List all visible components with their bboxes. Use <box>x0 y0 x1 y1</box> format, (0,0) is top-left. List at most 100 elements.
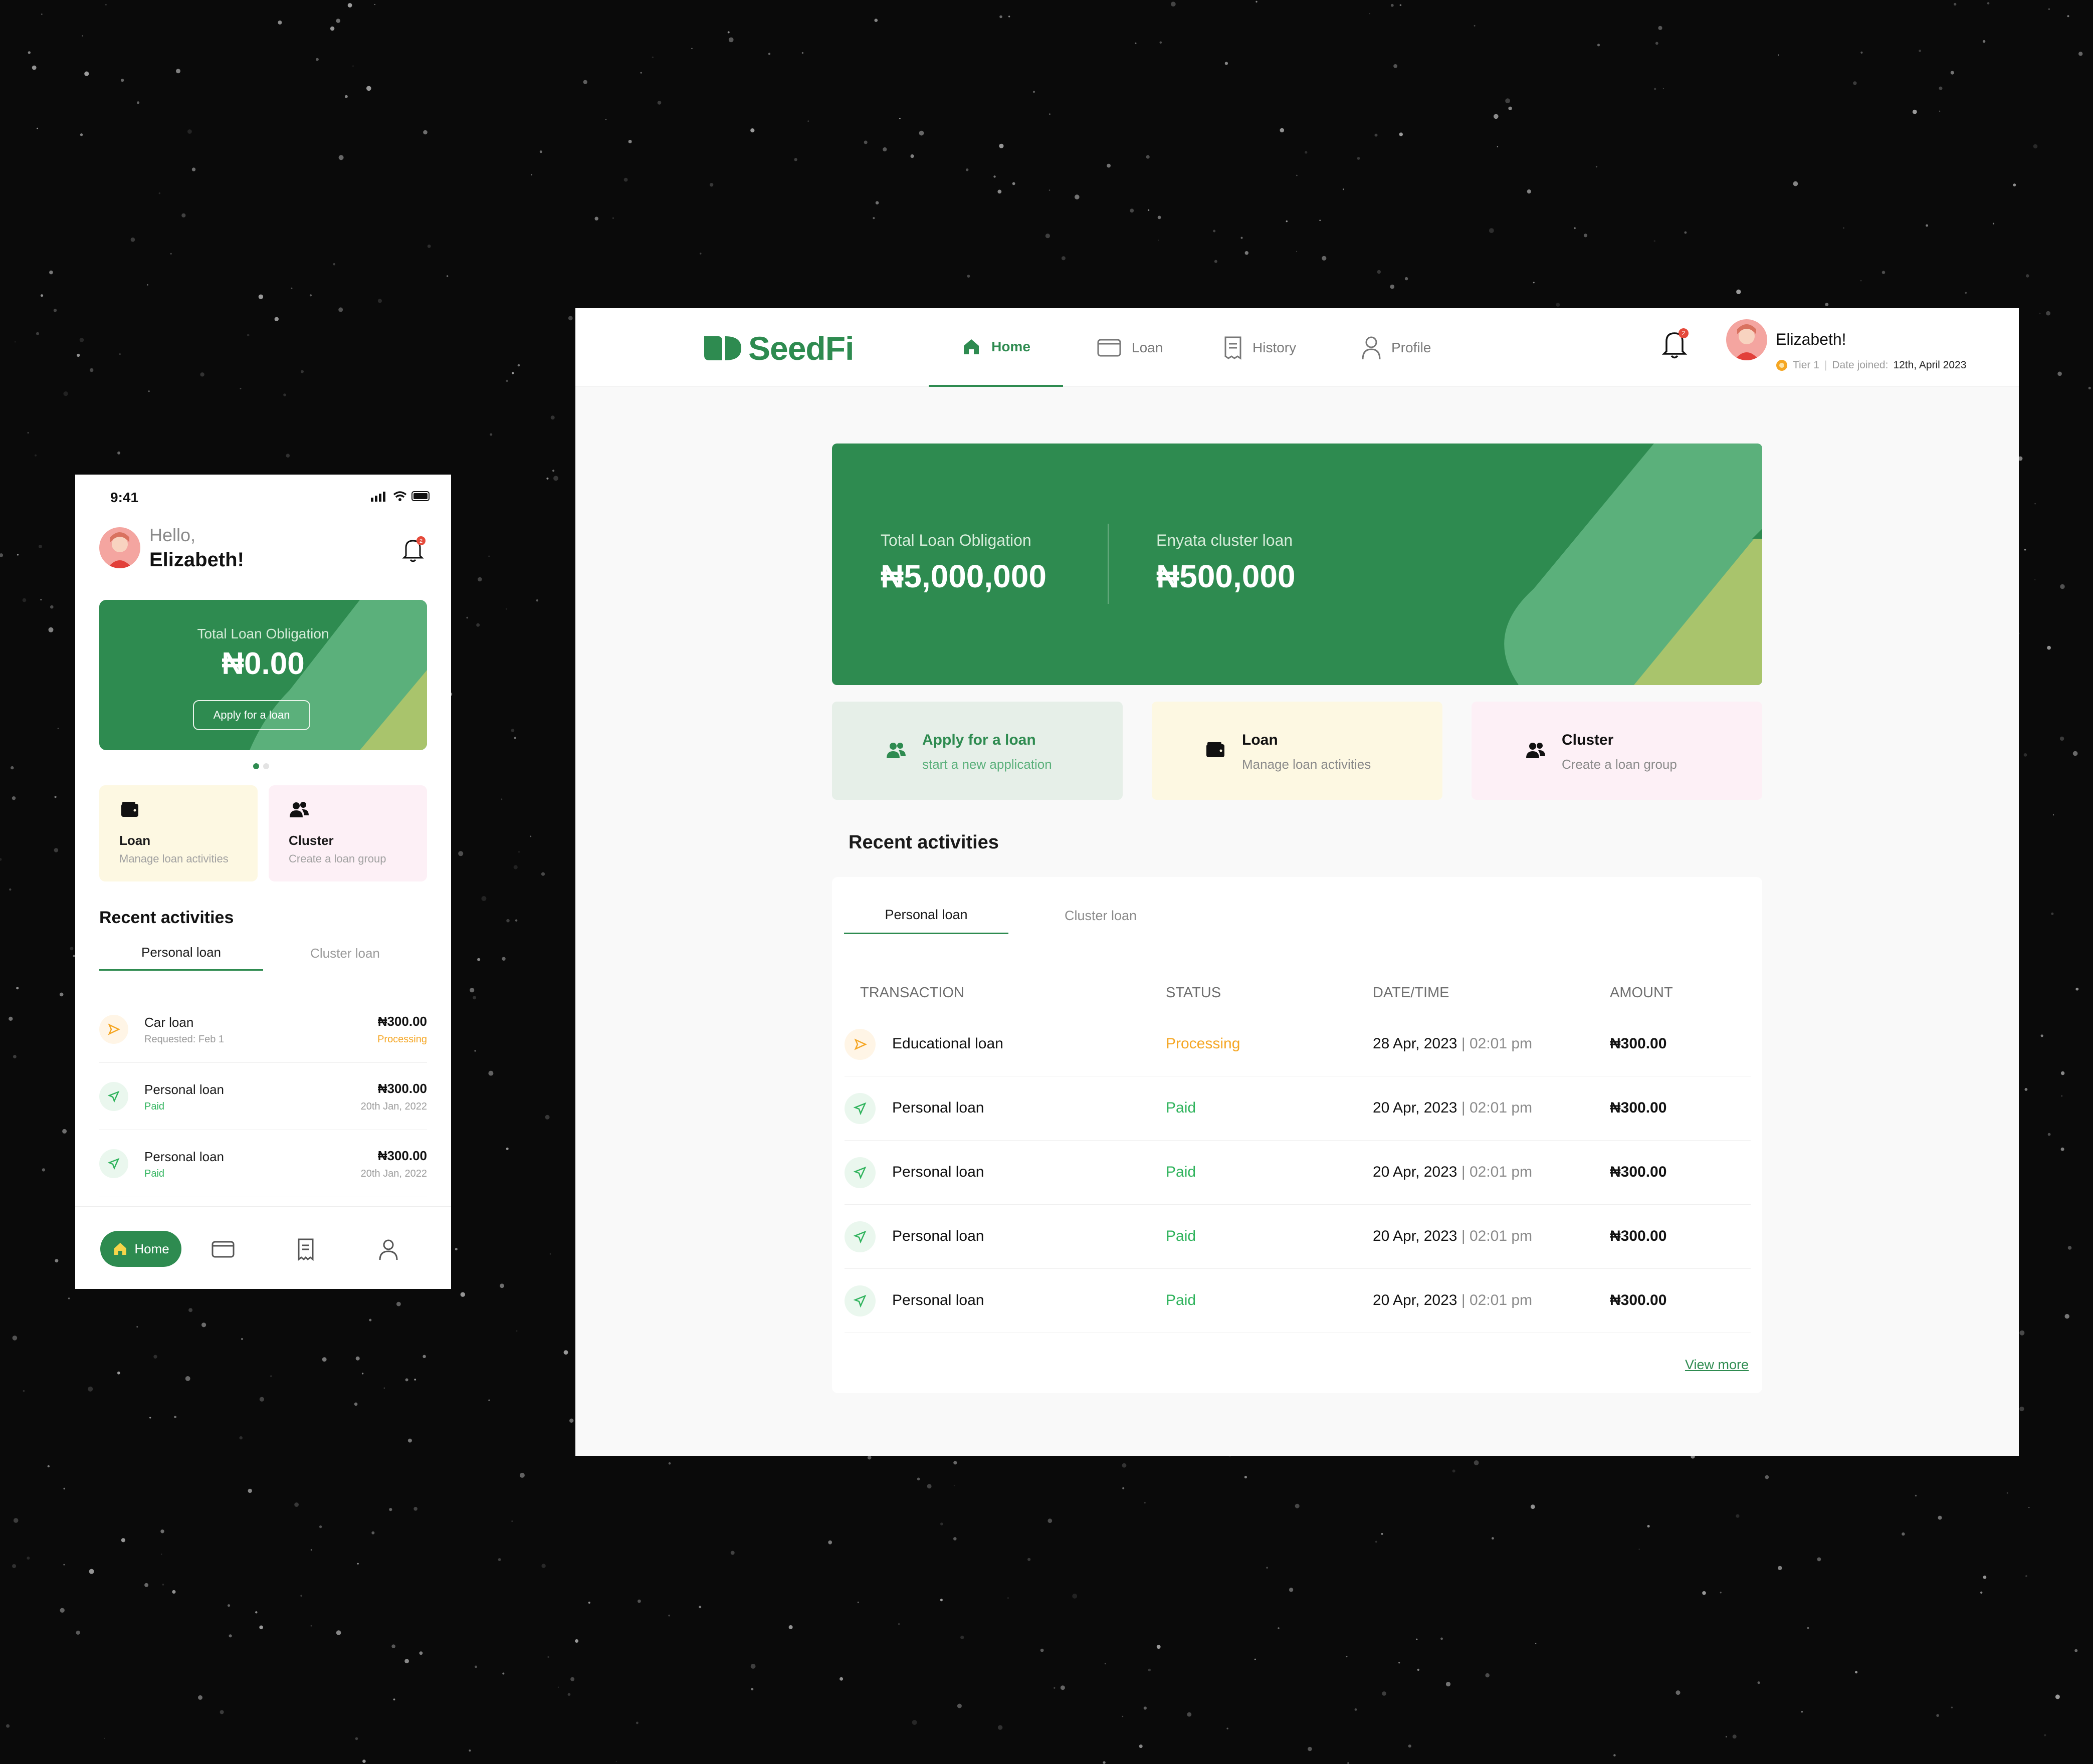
star <box>730 1551 735 1555</box>
nav-home-button[interactable]: Home <box>100 1231 181 1267</box>
star <box>953 1537 957 1540</box>
avatar[interactable] <box>1726 319 1767 360</box>
receipt-icon[interactable] <box>293 1237 318 1262</box>
star <box>2051 912 2054 915</box>
star <box>57 728 59 729</box>
star <box>475 1665 477 1668</box>
transaction-datetime: 20 Apr, 2023 | 02:01 pm <box>1373 1099 1532 1117</box>
desktop-dashboard: SeedFi Home Loan History Profile 2 Eliza… <box>575 308 2019 1456</box>
star <box>1408 1744 1411 1748</box>
star <box>300 1595 302 1597</box>
notification-bell-icon[interactable]: 2 <box>1660 327 1691 360</box>
tab-cluster-loan[interactable]: Cluster loan <box>1018 897 1183 934</box>
star <box>567 1693 571 1696</box>
apply-loan-tile[interactable]: Apply for a loan start a new application <box>832 702 1123 800</box>
star <box>423 130 428 135</box>
star <box>927 1484 932 1489</box>
star <box>162 1584 164 1586</box>
wallet-icon <box>1097 339 1121 356</box>
notification-bell-icon[interactable]: 2 <box>401 536 427 564</box>
star <box>310 1549 312 1551</box>
activity-status: Paid <box>144 1101 165 1112</box>
loan-tile[interactable]: Loan Manage loan activities <box>1152 702 1442 800</box>
cluster-tile[interactable]: Cluster Create a loan group <box>1472 702 1762 800</box>
carousel-dots[interactable] <box>253 763 273 772</box>
table-row[interactable]: Personal loan Paid 20 Apr, 2023 | 02:01 … <box>845 1269 1751 1333</box>
star <box>258 294 264 299</box>
star <box>54 796 57 798</box>
carousel-dot-active[interactable] <box>253 763 259 769</box>
table-row[interactable]: Personal loan Paid 20 Apr, 2023 | 02:01 … <box>845 1076 1751 1141</box>
star <box>89 1569 94 1574</box>
wallet-icon[interactable] <box>211 1237 236 1262</box>
loan-tile[interactable]: Loan Manage loan activities <box>99 785 258 881</box>
star <box>1295 1503 1300 1508</box>
paid-icon <box>845 1221 876 1252</box>
star <box>63 391 68 396</box>
star <box>940 1522 943 1525</box>
table-row[interactable]: Personal loan Paid 20 Apr, 2023 | 02:01 … <box>845 1141 1751 1205</box>
star <box>1912 109 1917 114</box>
view-more-link[interactable]: View more <box>1685 1357 1749 1373</box>
date-joined-label: Date joined: <box>1832 359 1889 371</box>
star <box>32 65 37 70</box>
star <box>1951 1706 1953 1708</box>
star <box>374 4 376 6</box>
star <box>333 263 335 266</box>
list-item[interactable]: Car loan Requested: Feb 1 ₦300.00 Proces… <box>99 996 427 1063</box>
star <box>1530 1504 1535 1509</box>
nav-loan[interactable]: Loan <box>1097 308 1163 387</box>
table-row[interactable]: Educational loan Processing 28 Apr, 2023… <box>845 1012 1751 1076</box>
tab-personal-loan[interactable]: Personal loan <box>844 897 1008 934</box>
star <box>875 201 879 205</box>
list-item[interactable]: Personal loan Paid ₦300.00 20th Jan, 202… <box>99 1130 427 1197</box>
star <box>371 1531 375 1534</box>
star <box>1148 1668 1151 1672</box>
star <box>1445 1682 1451 1687</box>
star <box>1390 284 1395 289</box>
star <box>361 1373 364 1375</box>
activity-amount: ₦300.00 <box>377 1081 427 1096</box>
star <box>498 1558 501 1562</box>
star <box>1159 41 1162 44</box>
star <box>2039 313 2041 315</box>
nav-home[interactable]: Home <box>929 308 1063 387</box>
star <box>2088 386 2091 390</box>
star <box>1919 50 1922 52</box>
star <box>1954 3 1957 6</box>
star <box>768 53 771 55</box>
table-row[interactable]: Personal loan Paid 20 Apr, 2023 | 02:01 … <box>845 1205 1751 1269</box>
nav-history[interactable]: History <box>1223 308 1296 387</box>
star <box>50 605 54 609</box>
star <box>546 477 549 480</box>
logo[interactable]: SeedFi <box>703 330 854 367</box>
star <box>1027 1558 1031 1561</box>
star <box>1157 215 1161 219</box>
star <box>1980 1591 1983 1594</box>
cluster-tile[interactable]: Cluster Create a loan group <box>269 785 427 881</box>
tab-cluster-loan[interactable]: Cluster loan <box>263 936 427 971</box>
star <box>511 729 515 732</box>
star <box>867 1455 872 1460</box>
tab-personal-loan[interactable]: Personal loan <box>99 936 263 971</box>
star <box>396 1301 401 1306</box>
star <box>37 127 38 129</box>
star <box>2055 1694 2060 1699</box>
star <box>1807 1627 1809 1629</box>
list-item[interactable]: Personal loan Paid ₦300.00 20th Jan, 202… <box>99 1063 427 1130</box>
star <box>2060 1147 2064 1151</box>
star <box>511 1520 513 1522</box>
carousel-dot[interactable] <box>263 763 269 769</box>
person-icon[interactable] <box>376 1237 401 1262</box>
avatar[interactable] <box>99 527 140 568</box>
star <box>953 1461 957 1465</box>
star <box>1556 303 1560 307</box>
star <box>1881 271 1886 274</box>
star <box>1240 237 1243 239</box>
star <box>1765 1475 1769 1479</box>
star <box>2046 311 2051 316</box>
apply-loan-button[interactable]: Apply for a loan <box>193 700 310 730</box>
star <box>1244 1475 1247 1479</box>
star <box>121 79 124 82</box>
nav-profile[interactable]: Profile <box>1361 308 1431 387</box>
